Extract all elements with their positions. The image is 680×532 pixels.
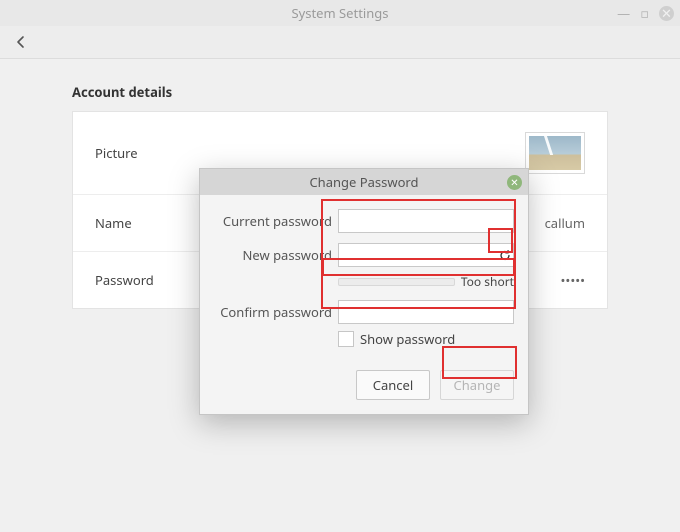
cancel-button-label: Cancel: [373, 376, 413, 394]
current-password-input[interactable]: [338, 209, 514, 233]
new-password-row: New password: [214, 243, 514, 267]
dialog-title: Change Password: [200, 173, 528, 191]
dialog-actions: Cancel Change: [200, 360, 528, 414]
close-icon[interactable]: ✕: [659, 6, 674, 21]
name-value: callum: [545, 214, 585, 232]
window-title: System Settings: [0, 4, 680, 22]
arrow-left-icon: [13, 34, 29, 50]
titlebar: System Settings — ▫ ✕: [0, 0, 680, 26]
change-button[interactable]: Change: [440, 370, 514, 400]
section-title: Account details: [72, 83, 608, 101]
maximize-icon[interactable]: ▫: [640, 4, 649, 22]
current-password-label: Current password: [214, 212, 338, 230]
password-strength-bar: [338, 278, 455, 286]
change-button-label: Change: [454, 376, 501, 394]
close-icon: ✕: [510, 175, 518, 189]
dialog-body: Current password New password Too short: [200, 195, 528, 360]
picture-label: Picture: [95, 144, 138, 162]
new-password-label: New password: [214, 246, 338, 264]
show-password-row: Show password: [338, 330, 514, 348]
confirm-password-row: Confirm password: [214, 300, 514, 324]
confirm-password-label: Confirm password: [214, 303, 338, 321]
minimize-icon[interactable]: —: [617, 4, 630, 22]
avatar-image: [529, 136, 581, 170]
back-button[interactable]: [10, 31, 32, 53]
password-strength-text: Too short: [461, 273, 514, 290]
cancel-button[interactable]: Cancel: [356, 370, 430, 400]
refresh-icon: [498, 248, 512, 262]
current-password-row: Current password: [214, 209, 514, 233]
new-password-input[interactable]: [338, 243, 514, 267]
window-controls: — ▫ ✕: [617, 0, 674, 26]
toolbar: [0, 26, 680, 59]
dialog-header: Change Password ✕: [200, 169, 528, 195]
generate-password-button[interactable]: [497, 248, 512, 263]
show-password-checkbox[interactable]: [338, 331, 354, 347]
change-password-dialog: Change Password ✕ Current password New p…: [199, 168, 529, 415]
name-label: Name: [95, 214, 132, 232]
password-label: Password: [95, 271, 154, 289]
password-value: •••••: [561, 271, 585, 289]
show-password-label: Show password: [360, 330, 455, 348]
avatar-picker[interactable]: [525, 132, 585, 174]
confirm-password-input[interactable]: [338, 300, 514, 324]
dialog-close-button[interactable]: ✕: [507, 175, 522, 190]
password-strength-row: Too short: [338, 273, 514, 290]
